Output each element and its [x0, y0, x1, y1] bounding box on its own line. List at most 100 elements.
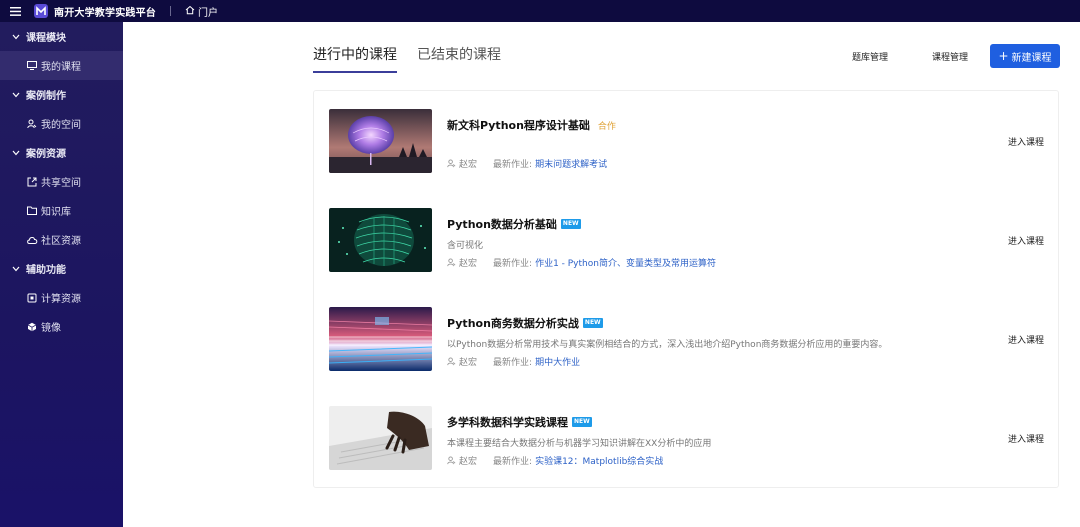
- tab-ongoing-courses[interactable]: 进行中的课程: [313, 44, 397, 73]
- teacher-icon: [447, 159, 456, 168]
- latest-homework-link[interactable]: 期末问题求解考试: [535, 157, 607, 170]
- sidebar-section-case-resources[interactable]: 案例资源: [0, 138, 123, 167]
- new-badge: NEW: [582, 318, 603, 328]
- user-icon: [26, 119, 38, 129]
- course-thumbnail-brain[interactable]: [329, 109, 432, 173]
- course-title[interactable]: Python数据分析基础 NEW: [447, 215, 967, 233]
- sidebar: 课程模块 我的课程 案例制作 我的空间 案例资源 共享空间 知识库 社区资源 辅…: [0, 22, 123, 527]
- folder-icon: [26, 206, 38, 215]
- sidebar-section-label: 案例制作: [26, 91, 66, 102]
- sidebar-item-label: 我的空间: [41, 120, 81, 131]
- coop-badge: 合作: [597, 121, 616, 132]
- sidebar-item-mirror[interactable]: 镜像: [0, 312, 123, 341]
- new-course-label: 新建课程: [1011, 52, 1052, 64]
- course-description: 以Python数据分析常用技术与真实案例相结合的方式，深入浅出地介绍Python…: [447, 340, 888, 350]
- course-thumbnail-keyboard[interactable]: [329, 406, 432, 470]
- latest-homework-label: 最新作业:: [493, 457, 533, 467]
- sidebar-item-shared-space[interactable]: 共享空间: [0, 167, 123, 196]
- course-title[interactable]: Python商务数据分析实战 NEW: [447, 314, 967, 332]
- course-title[interactable]: 多学科数据科学实践课程 NEW: [447, 413, 967, 431]
- course-meta: 赵宏 最新作业: 期中大作业: [447, 355, 967, 368]
- monitor-icon: [26, 61, 38, 70]
- latest-homework-link[interactable]: 期中大作业: [535, 355, 580, 368]
- sidebar-item-my-courses[interactable]: 我的课程: [0, 51, 123, 80]
- course-info: 多学科数据科学实践课程 NEW 本课程主要结合大数据分析与机器学习知识讲解在XX…: [447, 406, 967, 467]
- chevron-down-icon: [12, 34, 22, 40]
- teacher-name: 赵宏: [459, 457, 478, 467]
- sidebar-item-label: 计算资源: [41, 294, 81, 305]
- platform-logo-icon[interactable]: [34, 4, 48, 18]
- chevron-down-icon: [12, 92, 22, 98]
- main-content: 进行中的课程 已结束的课程 题库管理 课程管理 + 新建课程 新文科Python…: [123, 22, 1080, 527]
- teacher-icon: [447, 357, 456, 366]
- menu-icon[interactable]: [0, 6, 30, 16]
- sidebar-item-label: 知识库: [41, 207, 71, 218]
- sidebar-item-label: 社区资源: [41, 236, 81, 247]
- sidebar-section-auxiliary[interactable]: 辅助功能: [0, 254, 123, 283]
- sidebar-section-course[interactable]: 课程模块: [0, 22, 123, 51]
- course-title-text: Python数据分析基础: [447, 218, 557, 231]
- course-thumbnail-speed[interactable]: [329, 307, 432, 371]
- teacher-name: 赵宏: [459, 259, 478, 269]
- course-info: Python数据分析基础 NEW 含可视化 赵宏 最新作业: 作业1 - Pyt…: [447, 208, 967, 269]
- compute-icon: [26, 293, 38, 303]
- course-thumbnail-circuit[interactable]: [329, 208, 432, 272]
- course-meta: 赵宏 最新作业: 期末问题求解考试: [447, 157, 967, 170]
- course-description: 本课程主要结合大数据分析与机器学习知识讲解在XX分析中的应用: [447, 439, 712, 449]
- latest-homework-label: 最新作业:: [493, 358, 533, 368]
- course-manage-button[interactable]: 课程管理: [932, 50, 968, 63]
- sidebar-item-community-resources[interactable]: 社区资源: [0, 225, 123, 254]
- course-list: 新文科Python程序设计基础 合作 赵宏 最新作业: 期末问题求解考试 进入课…: [313, 90, 1059, 488]
- course-meta: 赵宏 最新作业: 作业1 - Python简介、变量类型及常用运算符: [447, 256, 967, 269]
- sidebar-item-label: 镜像: [41, 323, 61, 334]
- latest-homework-label: 最新作业:: [493, 259, 533, 269]
- teacher-icon: [447, 258, 456, 267]
- course-description: 含可视化: [447, 241, 484, 251]
- portal-link[interactable]: 门户: [185, 4, 218, 19]
- sidebar-section-label: 课程模块: [26, 33, 66, 44]
- mirror-icon: [26, 322, 38, 332]
- enter-course-button[interactable]: 进入课程: [1008, 234, 1044, 247]
- sidebar-item-compute-resources[interactable]: 计算资源: [0, 283, 123, 312]
- toolbar: 题库管理 课程管理 + 新建课程: [808, 44, 1060, 68]
- new-badge: NEW: [560, 219, 581, 229]
- teacher-icon: [447, 456, 456, 465]
- sidebar-item-label: 我的课程: [41, 62, 81, 73]
- teacher-name: 赵宏: [459, 160, 478, 170]
- sidebar-section-case-making[interactable]: 案例制作: [0, 80, 123, 109]
- new-badge: NEW: [572, 417, 592, 427]
- course-info: 新文科Python程序设计基础 合作 赵宏 最新作业: 期末问题求解考试: [447, 109, 967, 170]
- portal-label: 门户: [198, 7, 218, 19]
- course-title-text: 新文科Python程序设计基础: [447, 119, 590, 132]
- course-card[interactable]: 多学科数据科学实践课程 NEW 本课程主要结合大数据分析与机器学习知识讲解在XX…: [329, 406, 1044, 472]
- sidebar-item-my-space[interactable]: 我的空间: [0, 109, 123, 138]
- home-icon: [185, 5, 198, 18]
- course-card[interactable]: Python商务数据分析实战 NEW 以Python数据分析常用技术与真实案例相…: [329, 307, 1044, 373]
- plus-icon: +: [998, 49, 1009, 63]
- enter-course-button[interactable]: 进入课程: [1008, 135, 1044, 148]
- divider: [170, 6, 171, 16]
- app-title: 南开大学教学实践平台: [54, 7, 156, 19]
- course-title-text: Python商务数据分析实战: [447, 317, 579, 330]
- sidebar-item-knowledge-base[interactable]: 知识库: [0, 196, 123, 225]
- enter-course-button[interactable]: 进入课程: [1008, 432, 1044, 445]
- tab-finished-courses[interactable]: 已结束的课程: [417, 44, 501, 73]
- cloud-icon: [26, 236, 38, 244]
- sidebar-item-label: 共享空间: [41, 178, 81, 189]
- course-tabs: 进行中的课程 已结束的课程: [313, 44, 521, 73]
- course-title[interactable]: 新文科Python程序设计基础 合作: [447, 116, 967, 134]
- course-card[interactable]: 新文科Python程序设计基础 合作 赵宏 最新作业: 期末问题求解考试 进入课…: [329, 109, 1044, 175]
- course-title-text: 多学科数据科学实践课程: [447, 416, 568, 429]
- question-bank-button[interactable]: 题库管理: [852, 50, 888, 63]
- course-card[interactable]: Python数据分析基础 NEW 含可视化 赵宏 最新作业: 作业1 - Pyt…: [329, 208, 1044, 274]
- latest-homework-link[interactable]: 作业1 - Python简介、变量类型及常用运算符: [535, 256, 716, 269]
- chevron-down-icon: [12, 150, 22, 156]
- latest-homework-link[interactable]: 实验课12：Matplotlib综合实战: [535, 454, 663, 467]
- new-course-button[interactable]: + 新建课程: [990, 44, 1060, 68]
- sidebar-section-label: 案例资源: [26, 149, 66, 160]
- sidebar-section-label: 辅助功能: [26, 265, 66, 276]
- enter-course-button[interactable]: 进入课程: [1008, 333, 1044, 346]
- course-info: Python商务数据分析实战 NEW 以Python数据分析常用技术与真实案例相…: [447, 307, 967, 368]
- chevron-down-icon: [12, 266, 22, 272]
- course-meta: 赵宏 最新作业: 实验课12：Matplotlib综合实战: [447, 454, 967, 467]
